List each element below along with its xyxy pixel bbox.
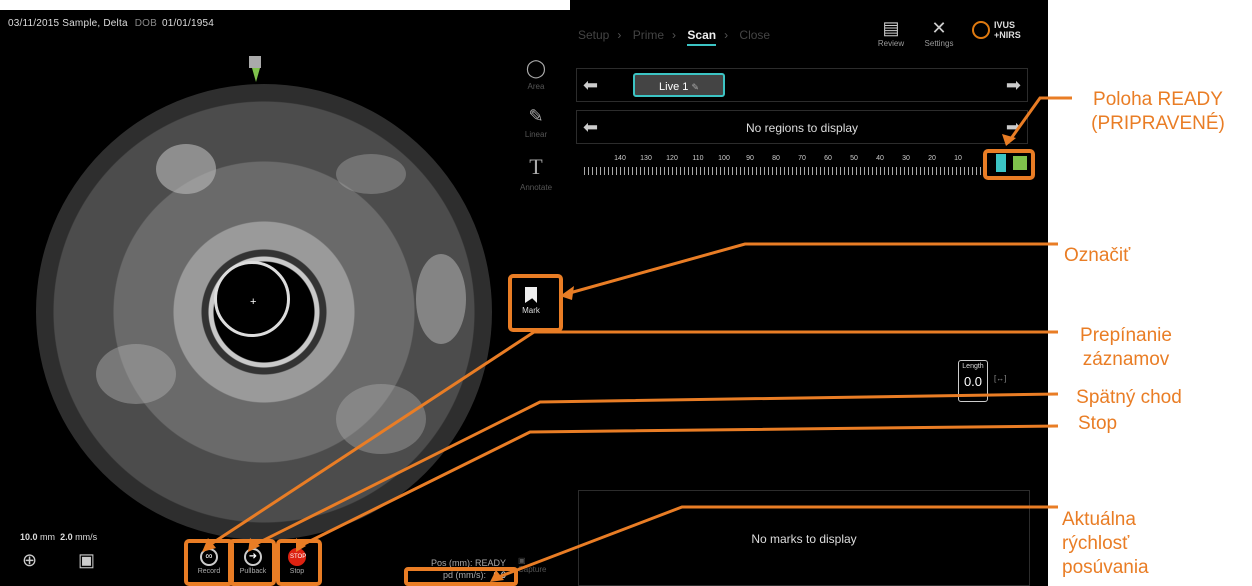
callout-lines [202,96,1072,582]
callout-pullback: Spätný chod [1076,387,1182,408]
callout-toggle: Prepínanie záznamov [1080,325,1172,370]
callout-stop: Stop [1078,413,1118,434]
callout-speed: Aktuálna rýchlosť posúvania [1062,509,1149,578]
callout-mark: Označiť [1064,245,1131,266]
callout-ready: Poloha READY (PRIPRAVENÉ) [1091,89,1225,134]
